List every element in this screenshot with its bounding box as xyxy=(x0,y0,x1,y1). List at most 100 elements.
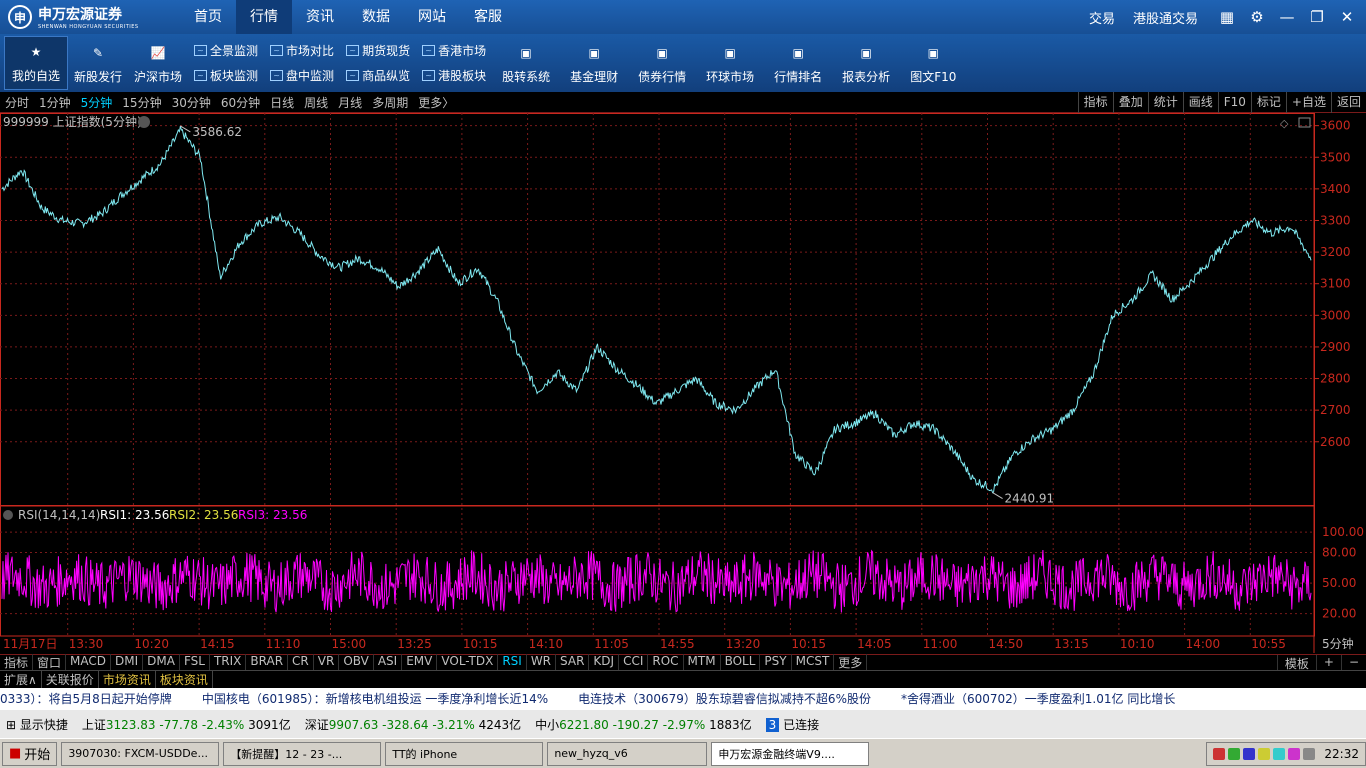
indicator-VR[interactable]: VR xyxy=(314,654,340,671)
grid-icon[interactable]: ▦ xyxy=(1216,6,1238,28)
ticker-item[interactable]: 中国核电（601985）：新增核电机组投运 一季度净利增长近14% xyxy=(202,692,548,706)
toolbar-债券行情[interactable]: ▣ 债券行情 xyxy=(632,36,692,90)
indicator-OBV[interactable]: OBV xyxy=(339,654,374,671)
news-ticker[interactable]: 0333）：将自5月8日起开始停牌 中国核电（601985）：新增核电机组投运 一… xyxy=(0,688,1366,710)
title-dropdown-icon[interactable] xyxy=(138,116,150,128)
toolbar-图文F10[interactable]: ▣ 图文F10 xyxy=(904,36,962,90)
nav-tab-4[interactable]: 网站 xyxy=(404,0,460,34)
toolbar-基金理财[interactable]: ▣ 基金理财 xyxy=(564,36,624,90)
indicator-MCST[interactable]: MCST xyxy=(792,654,835,671)
indicator-ASI[interactable]: ASI xyxy=(374,654,403,671)
period-多周期[interactable]: 多周期 xyxy=(367,94,413,111)
indicator-VOL-TDX[interactable]: VOL-TDX xyxy=(437,654,499,671)
nav-tab-3[interactable]: 数据 xyxy=(348,0,404,34)
sh-index[interactable]: 上证3123.83 -77.78 -2.43% 3091亿 xyxy=(82,716,291,733)
zx-index[interactable]: 中小6221.80 -190.27 -2.97% 1883亿 xyxy=(535,716,751,733)
indicator-BOLL[interactable]: BOLL xyxy=(721,654,761,671)
tray-icon[interactable] xyxy=(1243,748,1256,760)
tray-icon[interactable] xyxy=(1258,748,1271,760)
period-分时[interactable]: 分时 xyxy=(0,94,34,111)
restore-icon[interactable]: ❐ xyxy=(1306,6,1328,28)
toolbar-行情排名[interactable]: ▣ 行情排名 xyxy=(768,36,828,90)
start-button[interactable]: ■ 开始 xyxy=(2,741,58,766)
toolbar-我的自选[interactable]: ★ 我的自选 xyxy=(4,36,68,90)
period-60分钟[interactable]: 60分钟 xyxy=(216,94,265,111)
period-周线[interactable]: 周线 xyxy=(299,94,333,111)
period-tool-统计[interactable]: 统计 xyxy=(1147,92,1183,113)
info-tab-市场资讯[interactable]: 市场资讯 xyxy=(99,670,156,688)
indicator-TRIX[interactable]: TRIX xyxy=(210,654,247,671)
rsi-dropdown-icon[interactable] xyxy=(3,510,13,520)
toolbar-新股发行[interactable]: ✎ 新股发行 xyxy=(68,36,128,90)
indicator-BRAR[interactable]: BRAR xyxy=(246,654,289,671)
nav-tab-2[interactable]: 资讯 xyxy=(292,0,348,34)
tray-icon[interactable] xyxy=(1228,748,1241,760)
taskbar-item[interactable]: TT的 iPhone xyxy=(385,741,544,766)
indicator-DMI[interactable]: DMI xyxy=(111,654,144,671)
toolbar-small-板块监测[interactable]: ~ 板块监测 xyxy=(194,67,258,84)
show-shortcut-button[interactable]: ⊞ 显示快捷 xyxy=(6,716,68,733)
tray-icon[interactable] xyxy=(1213,748,1226,760)
toolbar-small-市场对比[interactable]: ~ 市场对比 xyxy=(270,42,334,59)
indicator-更多[interactable]: 更多 xyxy=(834,654,868,671)
period-tool-叠加[interactable]: 叠加 xyxy=(1112,92,1148,113)
indicator-MTM[interactable]: MTM xyxy=(684,654,721,671)
toolbar-沪深市场[interactable]: 📈 沪深市场 xyxy=(128,36,188,90)
indicator-CR[interactable]: CR xyxy=(288,654,314,671)
info-tab-关联报价[interactable]: 关联报价 xyxy=(42,670,99,688)
ticker-item[interactable]: *舍得酒业（600702）一季度盈利1.01亿 同比增长 xyxy=(901,692,1175,706)
hk-trade-link[interactable]: 港股通交易 xyxy=(1133,8,1198,27)
period-tool-画线[interactable]: 画线 xyxy=(1182,92,1218,113)
toolbar-small-港股板块[interactable]: ~ 港股板块 xyxy=(422,67,486,84)
info-tab-板块资讯[interactable]: 板块资讯 xyxy=(156,670,213,688)
period-5分钟[interactable]: 5分钟 xyxy=(76,94,118,111)
toolbar-股转系统[interactable]: ▣ 股转系统 xyxy=(496,36,556,90)
indicator-DMA[interactable]: DMA xyxy=(143,654,180,671)
indicator-PSY[interactable]: PSY xyxy=(760,654,792,671)
nav-tab-0[interactable]: 首页 xyxy=(180,0,236,34)
taskbar-item[interactable]: 3907030: FXCM-USDDe... xyxy=(61,741,220,766)
indicator-tool-−[interactable]: − xyxy=(1340,655,1366,671)
period-tool-标记[interactable]: 标记 xyxy=(1250,92,1286,113)
period-月线[interactable]: 月线 xyxy=(333,94,367,111)
toolbar-small-商品纵览[interactable]: ~ 商品纵览 xyxy=(346,67,410,84)
indicator-EMV[interactable]: EMV xyxy=(402,654,438,671)
ticker-item[interactable]: 0333）：将自5月8日起开始停牌 xyxy=(0,692,172,706)
period-更多〉[interactable]: 更多〉 xyxy=(413,94,459,111)
ticker-item[interactable]: 电连技术（300679）股东琼碧睿信拟减持不超6%股份 xyxy=(578,692,871,706)
toolbar-small-期货现货[interactable]: ~ 期货现货 xyxy=(346,42,410,59)
taskbar-item[interactable]: 申万宏源金融终端V9.... xyxy=(711,741,870,766)
period-tool-+自选[interactable]: +自选 xyxy=(1285,92,1331,113)
indicator-窗口[interactable]: 窗口 xyxy=(33,654,67,671)
indicator-ROC[interactable]: ROC xyxy=(648,654,684,671)
toolbar-环球市场[interactable]: ▣ 环球市场 xyxy=(700,36,760,90)
nav-tab-5[interactable]: 客服 xyxy=(460,0,516,34)
tray-icon[interactable] xyxy=(1303,748,1316,760)
period-15分钟[interactable]: 15分钟 xyxy=(117,94,166,111)
toolbar-small-香港市场[interactable]: ~ 香港市场 xyxy=(422,42,486,59)
minimize-icon[interactable]: — xyxy=(1276,6,1298,28)
nav-tab-1[interactable]: 行情 xyxy=(236,0,292,34)
indicator-RSI[interactable]: RSI xyxy=(498,654,527,671)
period-1分钟[interactable]: 1分钟 xyxy=(34,94,76,111)
period-tool-F10[interactable]: F10 xyxy=(1217,92,1251,113)
info-tab-扩展∧[interactable]: 扩展∧ xyxy=(0,670,42,688)
indicator-SAR[interactable]: SAR xyxy=(556,654,590,671)
indicator-tool-+[interactable]: + xyxy=(1315,655,1341,671)
indicator-WR[interactable]: WR xyxy=(527,654,557,671)
gear-icon[interactable]: ⚙ xyxy=(1246,6,1268,28)
indicator-CCI[interactable]: CCI xyxy=(619,654,649,671)
trade-link[interactable]: 交易 xyxy=(1089,8,1115,27)
indicator-指标[interactable]: 指标 xyxy=(0,654,34,671)
diamond-icon[interactable]: ◇ xyxy=(1280,117,1289,130)
period-tool-指标[interactable]: 指标 xyxy=(1077,92,1113,113)
toolbar-报表分析[interactable]: ▣ 报表分析 xyxy=(836,36,896,90)
indicator-FSL[interactable]: FSL xyxy=(180,654,210,671)
period-日线[interactable]: 日线 xyxy=(265,94,299,111)
indicator-tool-模板[interactable]: 模板 xyxy=(1276,655,1316,671)
taskbar-item[interactable]: new_hyzq_v6 xyxy=(547,741,708,766)
toolbar-small-全景监测[interactable]: ~ 全景监测 xyxy=(194,42,258,59)
chart-area[interactable]: 3600 3500 3400 3300 3200 3100 3000 2900 2800 2700… xyxy=(0,113,1366,653)
taskbar-item[interactable]: 【新提醒】12 - 23 -... xyxy=(223,741,382,766)
period-30分钟[interactable]: 30分钟 xyxy=(167,94,216,111)
